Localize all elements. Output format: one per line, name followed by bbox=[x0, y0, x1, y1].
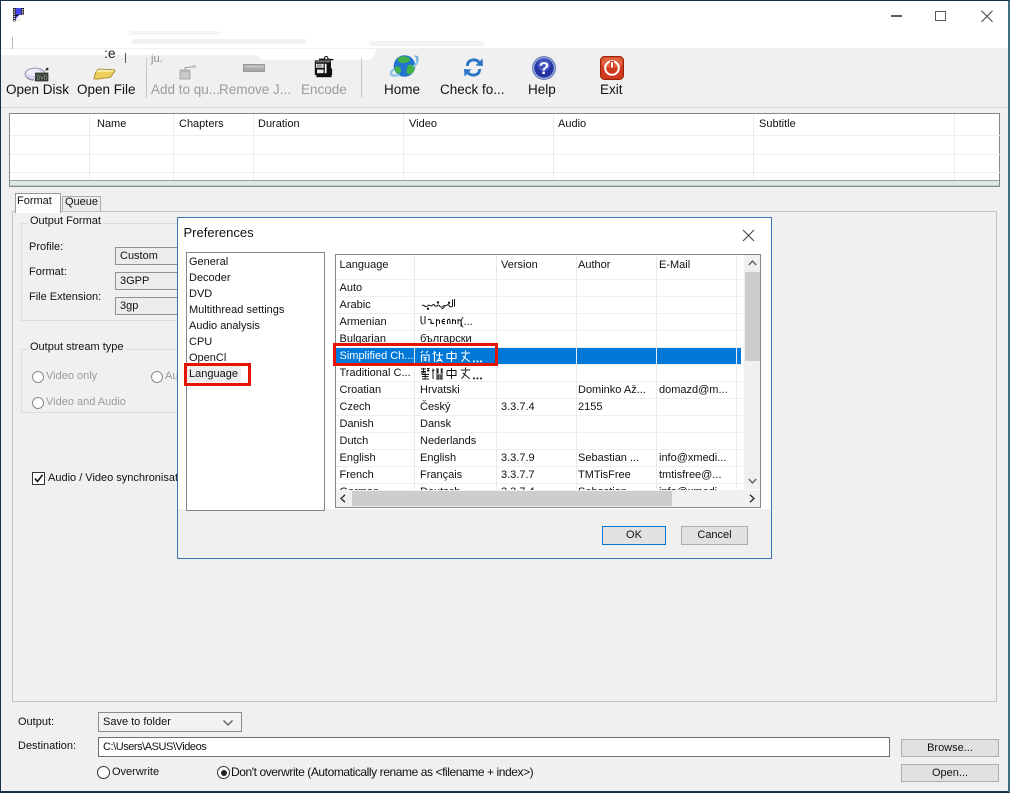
svg-text:DVD: DVD bbox=[37, 75, 48, 81]
svg-text:?: ? bbox=[539, 58, 550, 78]
